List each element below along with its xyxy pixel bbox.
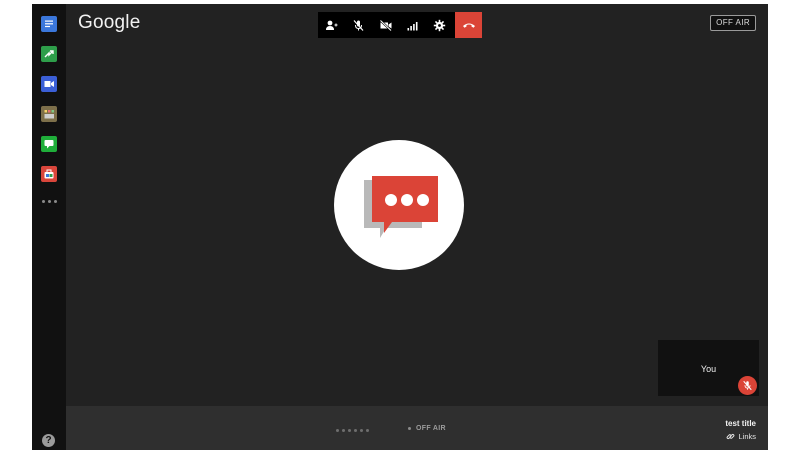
video-app-icon[interactable]	[41, 76, 57, 92]
toolbox-app-icon[interactable]	[41, 166, 57, 182]
help-icon[interactable]: ?	[42, 434, 55, 447]
link-icon	[727, 433, 735, 440]
broadcast-title[interactable]: test title	[725, 419, 756, 428]
app-sidebar: ?	[32, 4, 66, 450]
signal-bars-icon[interactable]	[399, 12, 426, 38]
call-toolbar	[318, 12, 482, 38]
links-label: Links	[738, 432, 756, 441]
gear-icon[interactable]	[426, 12, 453, 38]
screenshare-app-icon[interactable]	[41, 46, 57, 62]
onair-state-label: OFF AIR	[416, 425, 446, 432]
mic-off-icon[interactable]	[738, 376, 757, 395]
hangout-window: ? Google OFF AIR You OFF AIR test title …	[32, 4, 768, 450]
links-button[interactable]: Links	[726, 432, 756, 441]
camera-off-icon[interactable]	[372, 12, 399, 38]
chat-app-icon[interactable]	[41, 16, 57, 32]
filmstrip-dots	[336, 429, 369, 432]
self-view-tile[interactable]: You	[658, 340, 759, 396]
mic-off-icon[interactable]	[345, 12, 372, 38]
hangouts-chat-bubble-icon	[364, 176, 438, 238]
add-person-icon[interactable]	[318, 12, 345, 38]
control-room-app-icon[interactable]	[41, 106, 57, 122]
self-view-label: You	[700, 364, 717, 374]
broadcast-status-badge: OFF AIR	[710, 15, 756, 31]
more-dots-icon[interactable]	[41, 197, 57, 205]
video-stage: Google OFF AIR You	[66, 4, 768, 406]
status-dot-icon	[408, 427, 411, 430]
hangout-chat-app-icon[interactable]	[41, 136, 57, 152]
participant-placeholder	[334, 140, 464, 270]
bottom-bar: OFF AIR test title Links	[66, 406, 768, 450]
google-logo: Google	[78, 12, 141, 33]
hang-up-icon[interactable]	[455, 12, 482, 38]
onair-indicator: OFF AIR	[408, 425, 446, 432]
